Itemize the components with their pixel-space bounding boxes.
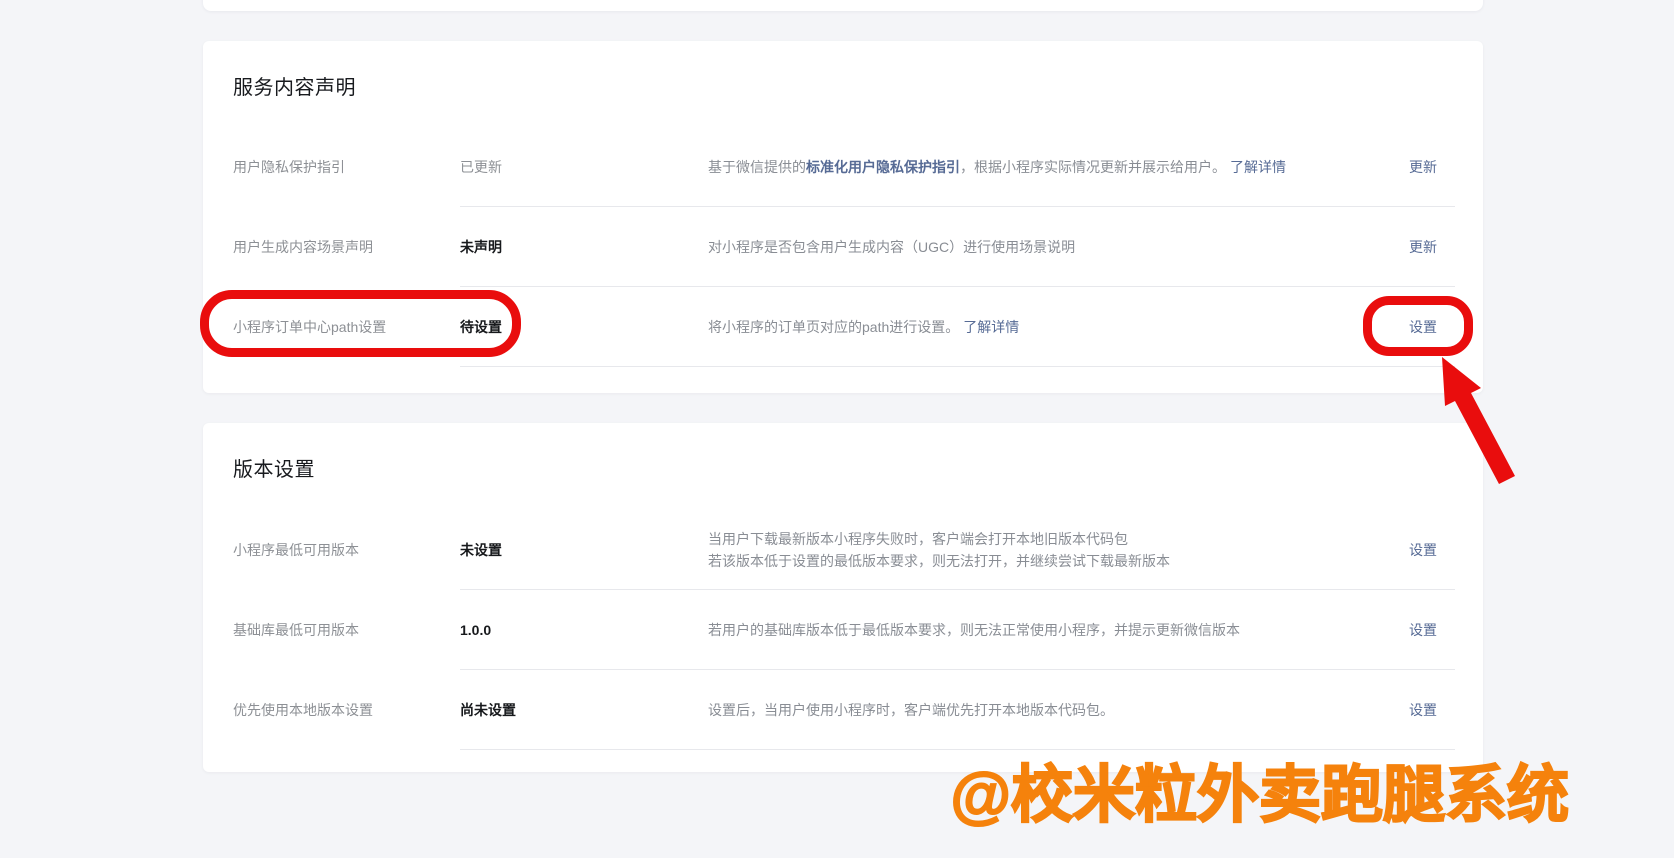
row-description: 对小程序是否包含用户生成内容（UGC）进行使用场景说明	[708, 239, 1076, 255]
row-description: 当用户下载最新版本小程序失败时，客户端会打开本地旧版本代码包 若该版本低于设置的…	[708, 528, 1409, 572]
description-text: 将小程序的订单页对应的path进行设置。	[708, 319, 960, 335]
card-service-declaration: 服务内容声明 用户隐私保护指引 已更新 基于微信提供的标准化用户隐私保护指引，根…	[203, 41, 1483, 393]
settings-table: 用户隐私保护指引 已更新 基于微信提供的标准化用户隐私保护指引，根据小程序实际情…	[203, 127, 1483, 367]
row-description: 若用户的基础库版本低于最低版本要求，则无法正常使用小程序，并提示更新微信版本	[708, 622, 1240, 638]
row-divider	[460, 366, 1455, 367]
row-ugc-declaration: 用户生成内容场景声明 未声明 对小程序是否包含用户生成内容（UGC）进行使用场景…	[203, 207, 1483, 287]
row-privacy-guideline: 用户隐私保护指引 已更新 基于微信提供的标准化用户隐私保护指引，根据小程序实际情…	[203, 127, 1483, 207]
learn-more-link[interactable]: 了解详情	[963, 319, 1019, 335]
row-order-center-path: 小程序订单中心path设置 待设置 将小程序的订单页对应的path进行设置。 了解…	[203, 287, 1483, 367]
description-text: 基于微信提供的	[708, 159, 806, 175]
update-ugc-button[interactable]: 更新	[1409, 239, 1437, 255]
previous-card-edge	[203, 0, 1483, 11]
set-order-path-button[interactable]: 设置	[1409, 319, 1437, 335]
row-min-sdk-version: 基础库最低可用版本 1.0.0 若用户的基础库版本低于最低版本要求，则无法正常使…	[203, 590, 1483, 670]
row-local-version-priority: 优先使用本地版本设置 尚未设置 设置后，当用户使用小程序时，客户端优先打开本地版…	[203, 670, 1483, 750]
row-label: 用户隐私保护指引	[233, 159, 345, 175]
set-min-sdk-button[interactable]: 设置	[1409, 622, 1437, 638]
status-badge: 尚未设置	[460, 702, 516, 718]
row-description: 设置后，当用户使用小程序时，客户端优先打开本地版本代码包。	[708, 702, 1114, 718]
status-badge: 1.0.0	[460, 622, 492, 638]
description-text: 若该版本低于设置的最低版本要求，则无法打开，并继续尝试下载最新版本	[708, 553, 1170, 569]
status-badge: 未设置	[460, 542, 502, 558]
description-text: ，根据小程序实际情况更新并展示给用户。	[960, 159, 1226, 175]
row-divider	[460, 749, 1455, 750]
card-title: 服务内容声明	[233, 77, 356, 99]
row-label: 用户生成内容场景声明	[233, 239, 373, 255]
row-min-available-version: 小程序最低可用版本 未设置 当用户下载最新版本小程序失败时，客户端会打开本地旧版…	[203, 510, 1483, 590]
update-privacy-button[interactable]: 更新	[1409, 159, 1437, 175]
row-description: 将小程序的订单页对应的path进行设置。 了解详情	[708, 316, 1409, 338]
row-label: 优先使用本地版本设置	[233, 702, 373, 718]
row-description: 基于微信提供的标准化用户隐私保护指引，根据小程序实际情况更新并展示给用户。 了解详…	[708, 156, 1409, 178]
card-title: 版本设置	[233, 459, 315, 481]
watermark-text: @校米粒外卖跑腿系统	[950, 760, 1570, 830]
description-text: 当用户下载最新版本小程序失败时，客户端会打开本地旧版本代码包	[708, 531, 1128, 547]
row-label: 小程序订单中心path设置	[233, 319, 387, 335]
row-label: 基础库最低可用版本	[233, 622, 359, 638]
set-min-version-button[interactable]: 设置	[1409, 542, 1437, 558]
privacy-guideline-link[interactable]: 标准化用户隐私保护指引	[806, 159, 960, 175]
row-label: 小程序最低可用版本	[233, 542, 359, 558]
status-badge: 未声明	[460, 239, 502, 255]
status-badge: 待设置	[460, 319, 502, 335]
settings-table: 小程序最低可用版本 未设置 当用户下载最新版本小程序失败时，客户端会打开本地旧版…	[203, 510, 1483, 750]
status-badge: 已更新	[460, 159, 502, 175]
card-version-settings: 版本设置 小程序最低可用版本 未设置 当用户下载最新版本小程序失败时，客户端会打…	[203, 423, 1483, 772]
set-local-priority-button[interactable]: 设置	[1409, 702, 1437, 718]
learn-more-link[interactable]: 了解详情	[1230, 159, 1286, 175]
